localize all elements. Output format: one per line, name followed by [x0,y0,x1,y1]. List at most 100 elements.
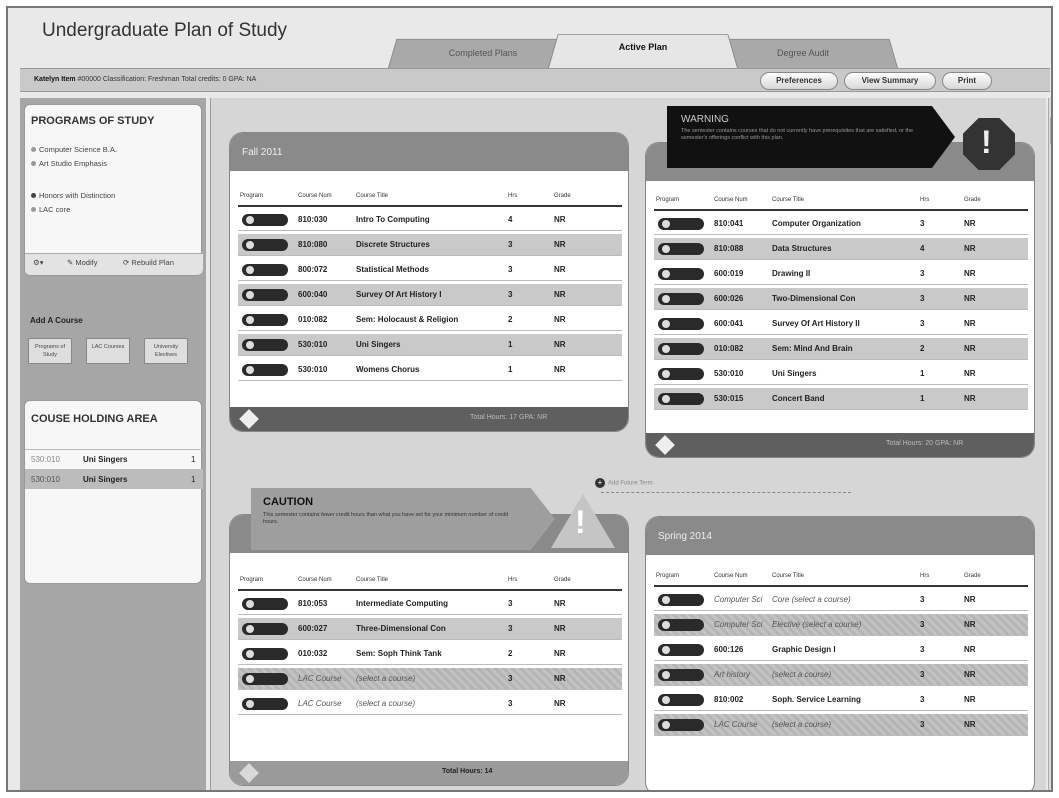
table-row[interactable]: 600:026 Two-Dimensional Con 3 NR [654,288,1028,310]
program-toggle[interactable] [658,393,704,405]
table-row[interactable]: Computer Sci Core (select a course) 3 NR [654,589,1028,611]
table-row[interactable]: 810:088 Data Structures 4 NR [654,238,1028,260]
table-row[interactable]: 810:080 Discrete Structures 3 NR [238,234,622,256]
program-toggle[interactable] [242,598,288,610]
view-summary-button[interactable]: View Summary [844,72,936,90]
course-title[interactable]: Intermediate Computing [356,599,448,608]
program-item[interactable]: Computer Science B.A. [31,145,117,154]
rebuild-plan-button[interactable]: ⟳ Rebuild Plan [123,258,174,267]
course-title[interactable]: Womens Chorus [356,365,419,374]
course-title[interactable]: Sem: Soph Think Tank [356,649,442,658]
program-toggle[interactable] [242,339,288,351]
course-title[interactable]: Data Structures [772,244,832,253]
course-title[interactable]: Three-Dimensional Con [356,624,446,633]
program-toggle[interactable] [658,669,704,681]
table-row[interactable]: 600:041 Survey Of Art History II 3 NR [654,313,1028,335]
program-toggle[interactable] [242,289,288,301]
program-toggle[interactable] [658,293,704,305]
table-row[interactable]: 530:010 Uni Singers 1 NR [654,363,1028,385]
table-row[interactable]: 530:010 Womens Chorus 1 NR [238,359,622,381]
course-title[interactable]: Intro To Computing [356,215,430,224]
program-item[interactable]: LAC core [31,205,70,214]
table-row[interactable]: 600:027 Three-Dimensional Con 3 NR [238,618,622,640]
table-row[interactable]: 810:041 Computer Organization 3 NR [654,213,1028,235]
holding-item[interactable]: 530:010 Uni Singers 1 [25,469,203,489]
table-row[interactable]: LAC Course (select a course) 3 NR [238,668,622,690]
course-title[interactable]: Concert Band [772,394,824,403]
program-toggle[interactable] [242,698,288,710]
diamond-icon[interactable] [239,409,259,429]
program-toggle[interactable] [658,594,704,606]
course-title[interactable]: Core (select a course) [772,595,851,604]
table-row[interactable]: Art history (select a course) 3 NR [654,664,1028,686]
table-row[interactable]: 010:082 Sem: Mind And Brain 2 NR [654,338,1028,360]
add-lac-button[interactable]: LAC Courses [86,338,130,364]
course-title[interactable]: (select a course) [356,699,415,708]
table-row[interactable]: 810:053 Intermediate Computing 3 NR [238,593,622,615]
course-title[interactable]: Elective (select a course) [772,620,861,629]
program-toggle[interactable] [658,343,704,355]
program-toggle[interactable] [658,644,704,656]
add-future-term-button[interactable]: + Add Future Term [595,478,653,488]
program-item[interactable]: Honors with Distinction [31,191,115,200]
program-toggle[interactable] [242,364,288,376]
program-toggle[interactable] [242,648,288,660]
program-toggle[interactable] [658,268,704,280]
course-title[interactable]: Sem: Mind And Brain [772,344,853,353]
preferences-button[interactable]: Preferences [760,72,838,90]
table-row[interactable]: Computer Sci Elective (select a course) 3 N… [654,614,1028,636]
modify-button[interactable]: ✎ Modify [67,258,97,267]
program-toggle[interactable] [242,214,288,226]
diamond-icon[interactable] [655,435,675,455]
table-row[interactable]: 530:015 Concert Band 1 NR [654,388,1028,410]
table-row[interactable]: 010:032 Sem: Soph Think Tank 2 NR [238,643,622,665]
course-title[interactable]: Two-Dimensional Con [772,294,855,303]
table-row[interactable]: LAC Course (select a course) 3 NR [654,714,1028,736]
program-toggle[interactable] [242,239,288,251]
course-title[interactable]: Graphic Design I [772,645,836,654]
table-row[interactable]: 800:072 Statistical Methods 3 NR [238,259,622,281]
table-row[interactable]: 530:010 Uni Singers 1 NR [238,334,622,356]
table-row[interactable]: 600:126 Graphic Design I 3 NR [654,639,1028,661]
course-title[interactable]: Drawing II [772,269,810,278]
add-electives-button[interactable]: University Electives [144,338,188,364]
diamond-icon[interactable] [239,763,259,783]
table-row[interactable]: LAC Course (select a course) 3 NR [238,693,622,715]
table-row[interactable]: 600:019 Drawing II 3 NR [654,263,1028,285]
program-toggle[interactable] [242,623,288,635]
table-row[interactable]: 810:002 Soph. Service Learning 3 NR [654,689,1028,711]
program-toggle[interactable] [658,619,704,631]
program-toggle[interactable] [242,314,288,326]
course-title[interactable]: Sem: Holocaust & Religion [356,315,458,324]
course-title[interactable]: (select a course) [356,674,415,683]
table-row[interactable]: 010:082 Sem: Holocaust & Religion 2 NR [238,309,622,331]
scroll-thumb[interactable] [1050,116,1051,146]
program-item[interactable]: Art Studio Emphasis [31,159,107,168]
program-toggle[interactable] [242,264,288,276]
course-title[interactable]: (select a course) [772,720,831,729]
table-row[interactable]: 600:040 Survey Of Art History I 3 NR [238,284,622,306]
program-toggle[interactable] [658,218,704,230]
course-title[interactable]: Survey Of Art History I [356,290,442,299]
program-toggle[interactable] [658,243,704,255]
add-programs-button[interactable]: Programs of Study [28,338,72,364]
program-toggle[interactable] [658,694,704,706]
program-toggle[interactable] [658,368,704,380]
print-button[interactable]: Print [942,72,992,90]
course-title[interactable]: Computer Organization [772,219,861,228]
course-title[interactable]: Soph. Service Learning [772,695,861,704]
settings-icon[interactable]: ⚙▾ [33,258,44,267]
course-title[interactable]: Survey Of Art History II [772,319,860,328]
scroll-up-icon[interactable]: ▲ [1050,100,1051,107]
course-title[interactable]: Uni Singers [356,340,400,349]
course-title[interactable]: Statistical Methods [356,265,429,274]
table-row[interactable]: 810:030 Intro To Computing 4 NR [238,209,622,231]
program-toggle[interactable] [658,318,704,330]
holding-item[interactable]: 530:010 Uni Singers 1 [25,449,203,469]
program-toggle[interactable] [242,673,288,685]
program-toggle[interactable] [658,719,704,731]
course-title[interactable]: (select a course) [772,670,831,679]
course-title[interactable]: Discrete Structures [356,240,430,249]
course-title[interactable]: Uni Singers [772,369,816,378]
vertical-scrollbar[interactable]: ▲ ▼ [1048,98,1051,790]
